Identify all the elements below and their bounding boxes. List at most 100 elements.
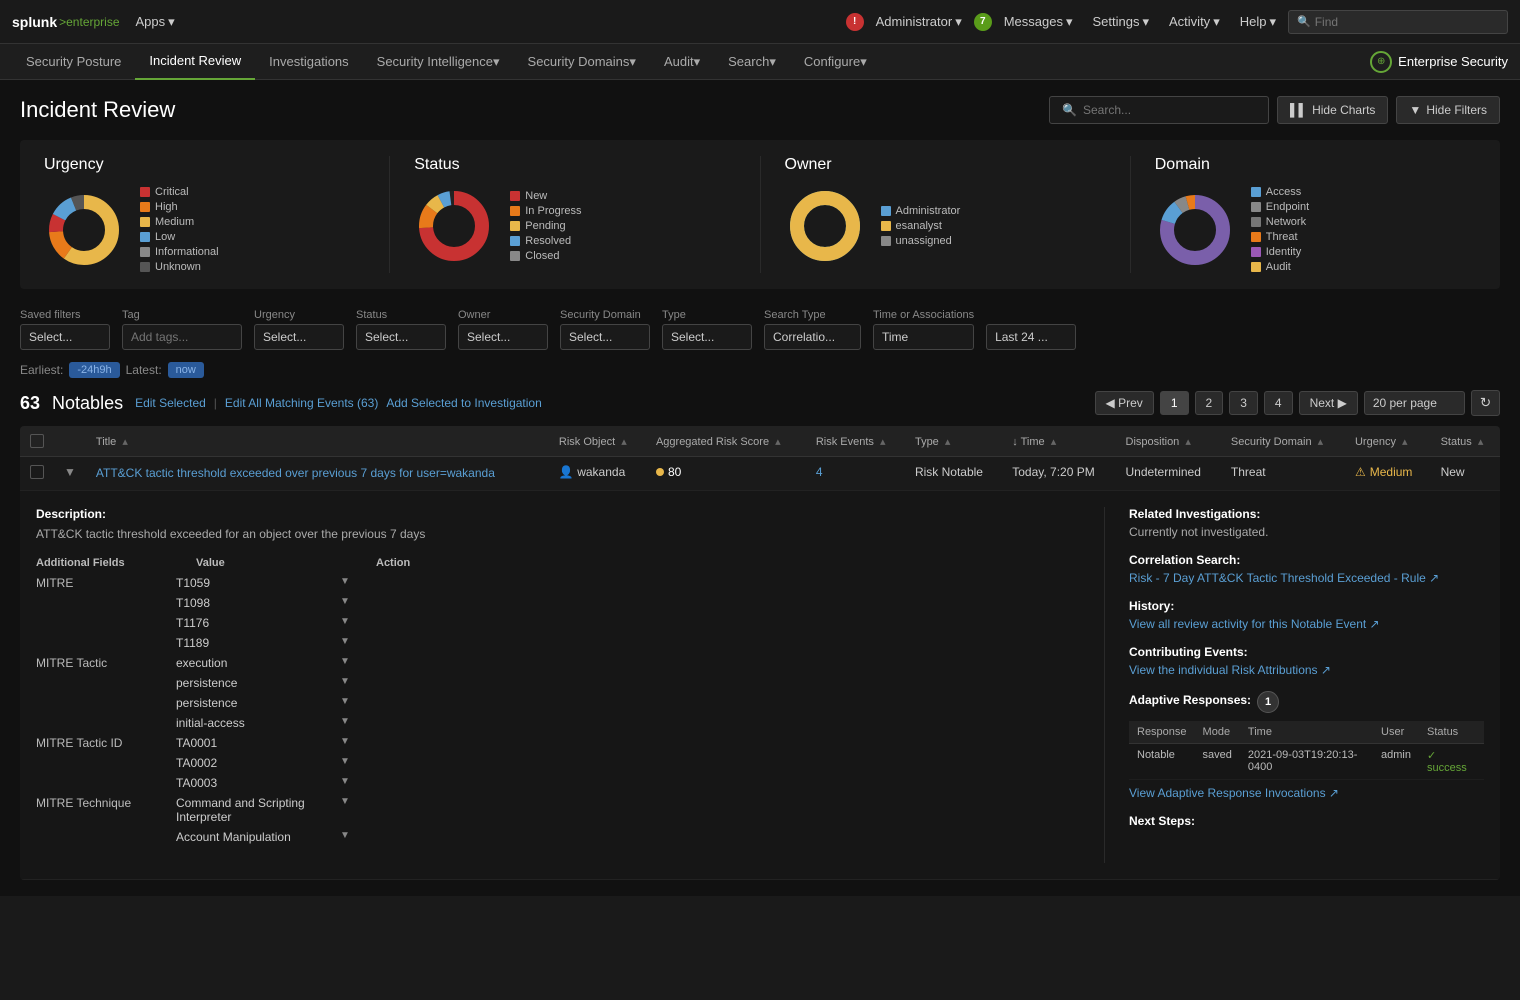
- edit-all-button[interactable]: Edit All Matching Events (63): [225, 396, 378, 410]
- search-icon: 🔍: [1297, 15, 1311, 28]
- status-col-header[interactable]: Status ▴: [1431, 426, 1500, 457]
- domain-chart-inner: Access Endpoint Network Threat Identity …: [1155, 186, 1309, 273]
- type-filter-select[interactable]: Select...: [662, 324, 752, 350]
- prev-page-button[interactable]: ◀ Prev: [1095, 391, 1154, 415]
- risk-object-col-header[interactable]: Risk Object ▴: [549, 426, 646, 457]
- type-filter-label: Type: [662, 309, 752, 321]
- dropdown-icon[interactable]: ▼: [340, 756, 350, 767]
- time-assoc-filter-select[interactable]: Time: [873, 324, 974, 350]
- dropdown-icon[interactable]: ▼: [340, 736, 350, 747]
- search-type-filter-select[interactable]: Correlatio...: [764, 324, 861, 350]
- page-3-button[interactable]: 3: [1229, 391, 1258, 415]
- history-title: History:: [1129, 599, 1484, 613]
- status-filter-select[interactable]: Select...: [356, 324, 446, 350]
- urgency-filter-select[interactable]: Select...: [254, 324, 344, 350]
- dropdown-icon[interactable]: ▼: [340, 616, 350, 627]
- legend-item: unassigned: [881, 235, 961, 247]
- nav-security-domains[interactable]: Security Domains ▾: [514, 44, 650, 80]
- latest-label: Latest:: [126, 363, 162, 377]
- next-page-button[interactable]: Next ▶: [1299, 391, 1358, 415]
- splunk-logo[interactable]: splunk >enterprise: [12, 14, 120, 30]
- adaptive-responses-toggle[interactable]: 1: [1257, 691, 1279, 713]
- security-domain-filter-select[interactable]: Select...: [560, 324, 650, 350]
- page-1-button[interactable]: 1: [1160, 391, 1189, 415]
- nav-settings[interactable]: Settings ▾: [1085, 10, 1158, 34]
- sort-icon: ▴: [1185, 436, 1191, 448]
- incident-search-input[interactable]: [1083, 103, 1256, 117]
- select-all-checkbox[interactable]: [30, 434, 44, 448]
- mitre-tactic-label: MITRE Tactic: [36, 656, 176, 670]
- security-domain-filter-label: Security Domain: [560, 309, 650, 321]
- page-2-button[interactable]: 2: [1195, 391, 1224, 415]
- dropdown-icon[interactable]: ▼: [340, 776, 350, 787]
- dropdown-icon[interactable]: ▼: [340, 576, 350, 587]
- nav-security-intelligence[interactable]: Security Intelligence ▾: [363, 44, 514, 80]
- tag-filter-input[interactable]: [122, 324, 242, 350]
- nav-audit[interactable]: Audit ▾: [650, 44, 714, 80]
- per-page-select[interactable]: 20 per page 50 per page 100 per page: [1364, 391, 1465, 415]
- value-col-header: Value: [196, 557, 356, 569]
- chevron-down-icon: ▾: [629, 54, 636, 70]
- nav-configure[interactable]: Configure ▾: [790, 44, 881, 80]
- row-title[interactable]: ATT&CK tactic threshold exceeded over pr…: [96, 466, 495, 480]
- legend-item: Low: [140, 231, 219, 243]
- expanded-left: Description: ATT&CK tactic threshold exc…: [36, 507, 1104, 863]
- view-adaptive-response-link[interactable]: View Adaptive Response Invocations ↗: [1129, 786, 1339, 800]
- additional-fields-col-header: Additional Fields: [36, 557, 176, 569]
- expand-arrow-icon[interactable]: ▼: [64, 465, 76, 479]
- global-search[interactable]: 🔍: [1288, 10, 1508, 34]
- sort-icon: ▴: [945, 436, 951, 448]
- dropdown-icon[interactable]: ▼: [340, 830, 350, 841]
- nav-help[interactable]: Help ▾: [1232, 10, 1284, 34]
- disposition-col-header[interactable]: Disposition ▴: [1116, 426, 1221, 457]
- dropdown-icon[interactable]: ▼: [340, 796, 350, 807]
- contributing-events-link[interactable]: View the individual Risk Attributions ↗: [1129, 663, 1331, 677]
- row-risk-score: 80: [668, 465, 681, 479]
- earliest-badge[interactable]: -24h9h: [69, 362, 119, 378]
- edit-selected-button[interactable]: Edit Selected: [135, 396, 206, 410]
- incident-search[interactable]: 🔍: [1049, 96, 1269, 124]
- latest-badge[interactable]: now: [168, 362, 204, 378]
- nav-apps[interactable]: Apps ▾: [128, 10, 183, 34]
- add-to-investigation-button[interactable]: Add Selected to Investigation: [386, 396, 541, 410]
- agg-risk-score-col-header[interactable]: Aggregated Risk Score ▴: [646, 426, 806, 457]
- time-col-header[interactable]: ↓ Time ▴: [1002, 426, 1115, 457]
- dropdown-icon[interactable]: ▼: [340, 596, 350, 607]
- hide-charts-button[interactable]: ▌▌ Hide Charts: [1277, 96, 1388, 124]
- nav-administrator[interactable]: Administrator ▾: [868, 10, 970, 34]
- mitre-technique-csi: Command and Scripting Interpreter: [176, 796, 336, 824]
- type-col-header[interactable]: Type ▴: [905, 426, 1002, 457]
- mitre-tactic-id-label: MITRE Tactic ID: [36, 736, 176, 750]
- security-domain-col-header[interactable]: Security Domain ▴: [1221, 426, 1345, 457]
- saved-filters-select[interactable]: Select...: [20, 324, 110, 350]
- dropdown-icon[interactable]: ▼: [340, 676, 350, 687]
- nav-search[interactable]: Search ▾: [714, 44, 790, 80]
- legend-item: In Progress: [510, 205, 581, 217]
- row-checkbox[interactable]: [30, 465, 44, 479]
- hide-filters-button[interactable]: ▼ Hide Filters: [1396, 96, 1500, 124]
- correlation-search-link[interactable]: Risk - 7 Day ATT&CK Tactic Threshold Exc…: [1129, 571, 1439, 585]
- page-4-button[interactable]: 4: [1264, 391, 1293, 415]
- nav-incident-review[interactable]: Incident Review: [135, 44, 255, 80]
- global-search-input[interactable]: [1315, 15, 1395, 29]
- nav-activity[interactable]: Activity ▾: [1161, 10, 1228, 34]
- row-risk-events[interactable]: 4: [816, 465, 823, 479]
- mitre-ta0003: TA0003: [176, 776, 336, 790]
- correlation-search-title: Correlation Search:: [1129, 553, 1484, 567]
- nav-investigations[interactable]: Investigations: [255, 44, 363, 80]
- row-disposition-cell: Undetermined: [1116, 457, 1221, 491]
- nav-security-posture[interactable]: Security Posture: [12, 44, 135, 80]
- dropdown-icon[interactable]: ▼: [340, 716, 350, 727]
- dropdown-icon[interactable]: ▼: [340, 696, 350, 707]
- chevron-down-icon: ▾: [694, 54, 701, 70]
- risk-events-col-header[interactable]: Risk Events ▴: [806, 426, 905, 457]
- owner-filter-select[interactable]: Select...: [458, 324, 548, 350]
- refresh-button[interactable]: ↻: [1471, 390, 1500, 416]
- time-range-filter-select[interactable]: Last 24 ...: [986, 324, 1076, 350]
- title-col-header[interactable]: Title ▴: [86, 426, 549, 457]
- dropdown-icon[interactable]: ▼: [340, 656, 350, 667]
- dropdown-icon[interactable]: ▼: [340, 636, 350, 647]
- urgency-col-header[interactable]: Urgency ▴: [1345, 426, 1431, 457]
- nav-messages[interactable]: Messages ▾: [996, 10, 1081, 34]
- history-link[interactable]: View all review activity for this Notabl…: [1129, 617, 1380, 631]
